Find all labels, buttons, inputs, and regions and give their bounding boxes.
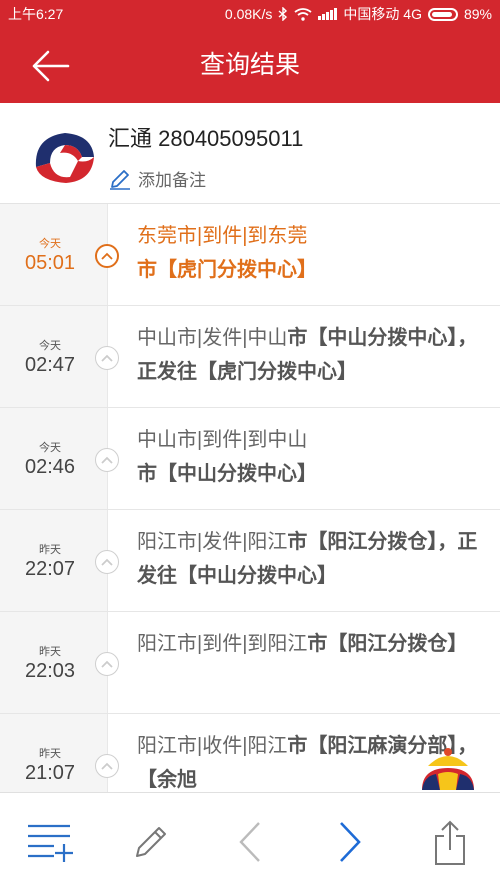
timeline-description: 中山市|发件|中山市【中山分拨中心】，正发往【虎门分拨中心】 bbox=[137, 321, 482, 389]
signal-icon bbox=[318, 8, 338, 20]
next-button[interactable] bbox=[325, 817, 375, 867]
pencil-icon bbox=[136, 827, 166, 857]
timeline-row: 今天 05:01 东莞市|到件|到东莞市【虎门分拨中心】 bbox=[0, 204, 500, 306]
shipment-header: 汇通 280405095011 添加备注 bbox=[0, 103, 500, 204]
courier-number: 汇通 280405095011 bbox=[108, 126, 304, 151]
arrow-left-icon bbox=[32, 50, 70, 82]
timeline-description: 阳江市|发件|阳江市【阳江分拨仓】，正发往【中山分拨中心】 bbox=[137, 525, 482, 593]
timeline-time-column: 昨天 22:03 bbox=[0, 612, 108, 713]
timeline-day: 昨天 bbox=[39, 544, 61, 556]
net-speed: 0.08K/s bbox=[224, 6, 273, 22]
status-bar: 上午6:27 0.08K/s 中国移动 4G 89% bbox=[0, 0, 500, 28]
timeline-time-column: 昨天 22:07 bbox=[0, 510, 108, 611]
timeline-day: 今天 bbox=[39, 238, 61, 250]
timeline-text-bold: 市【阳江分拨仓】 bbox=[307, 633, 468, 655]
status-time: 上午6:27 bbox=[8, 6, 64, 22]
timeline-time: 02:46 bbox=[24, 456, 76, 478]
timeline-day: 今天 bbox=[39, 442, 61, 454]
share-icon bbox=[435, 820, 465, 865]
timeline-time-column: 今天 02:46 bbox=[0, 408, 108, 509]
bottom-toolbar bbox=[0, 792, 500, 890]
app-bar: 查询结果 bbox=[0, 28, 500, 103]
chevron-up-icon bbox=[101, 354, 113, 362]
timeline-text: 阳江市|发件|阳江 bbox=[137, 531, 288, 553]
timeline-day: 昨天 bbox=[39, 748, 61, 760]
timeline-description: 阳江市|到件|到阳江市【阳江分拨仓】 bbox=[137, 627, 482, 661]
chevron-up-icon bbox=[101, 456, 113, 464]
list-add-icon bbox=[28, 824, 73, 862]
bluetooth-icon bbox=[278, 7, 288, 21]
timeline-row: 昨天 22:03 阳江市|到件|到阳江市【阳江分拨仓】 bbox=[0, 612, 500, 714]
chevron-up-icon bbox=[101, 252, 113, 260]
timeline-expand-button[interactable] bbox=[95, 550, 119, 574]
share-button[interactable] bbox=[425, 817, 475, 867]
timeline-day: 昨天 bbox=[39, 646, 61, 658]
timeline-time: 05:01 bbox=[24, 252, 76, 274]
timeline-time: 21:07 bbox=[24, 762, 76, 784]
chevron-up-icon bbox=[101, 558, 113, 566]
timeline-time-column: 今天 05:01 bbox=[0, 204, 108, 305]
previous-button[interactable] bbox=[225, 817, 275, 867]
timeline-text: 阳江市|到件|到阳江 bbox=[137, 633, 308, 655]
timeline-text: 中山市|发件|中山 bbox=[137, 327, 288, 349]
timeline-description: 东莞市|到件|到东莞市【虎门分拨中心】 bbox=[137, 219, 482, 287]
timeline-text: 阳江市|收件|阳江 bbox=[137, 735, 288, 757]
timeline-description: 中山市|到件|到中山市【中山分拨中心】 bbox=[137, 423, 482, 491]
battery-icon bbox=[427, 7, 458, 21]
tracking-timeline: 今天 05:01 东莞市|到件|到东莞市【虎门分拨中心】 今天 02:47 中山市|发件|… bbox=[0, 204, 500, 792]
timeline-time: 22:03 bbox=[24, 660, 76, 682]
wifi-icon bbox=[294, 7, 312, 21]
timeline-time: 22:07 bbox=[24, 558, 76, 580]
chevron-left-icon bbox=[239, 822, 260, 862]
pencil-icon bbox=[110, 169, 130, 190]
chevron-up-icon bbox=[101, 762, 113, 770]
edit-button[interactable] bbox=[126, 817, 176, 867]
chevron-right-icon bbox=[340, 822, 361, 862]
timeline-expand-button[interactable] bbox=[95, 448, 119, 472]
timeline-time: 02:47 bbox=[24, 354, 76, 376]
timeline-expand-button[interactable] bbox=[95, 244, 119, 268]
timeline-text-bold: 市【中山分拨中心】 bbox=[137, 463, 317, 485]
timeline-row: 昨天 22:07 阳江市|发件|阳江市【阳江分拨仓】，正发往【中山分拨中心】 bbox=[0, 510, 500, 612]
timeline-time-column: 今天 02:47 bbox=[0, 306, 108, 407]
back-button[interactable] bbox=[28, 44, 88, 88]
timeline-time-column: 昨天 21:07 bbox=[0, 714, 108, 792]
timeline-row: 今天 02:46 中山市|到件|到中山市【中山分拨中心】 bbox=[0, 408, 500, 510]
add-note-label: 添加备注 bbox=[138, 171, 206, 190]
battery-level: 89% bbox=[463, 6, 492, 22]
carrier-label: 中国移动 4G bbox=[343, 6, 422, 22]
timeline-text: 东莞市|到件|到东莞 bbox=[137, 225, 308, 247]
timeline-expand-button[interactable] bbox=[95, 754, 119, 778]
status-right: 0.08K/s 中国移动 4G 89% bbox=[225, 4, 492, 24]
timeline-day: 今天 bbox=[39, 340, 61, 352]
add-note-button[interactable]: 添加备注 bbox=[108, 166, 206, 191]
timeline-row: 今天 02:47 中山市|发件|中山市【中山分拨中心】，正发往【虎门分拨中心】 bbox=[0, 306, 500, 408]
timeline-text: 中山市|到件|到中山 bbox=[137, 429, 308, 451]
timeline-expand-button[interactable] bbox=[95, 346, 119, 370]
courier-logo bbox=[35, 133, 94, 183]
list-add-button[interactable] bbox=[25, 817, 75, 867]
timeline-text-bold: 市【虎门分拨中心】 bbox=[137, 259, 317, 281]
mascot-button[interactable] bbox=[418, 742, 478, 794]
chevron-up-icon bbox=[101, 660, 113, 668]
timeline-expand-button[interactable] bbox=[95, 652, 119, 676]
